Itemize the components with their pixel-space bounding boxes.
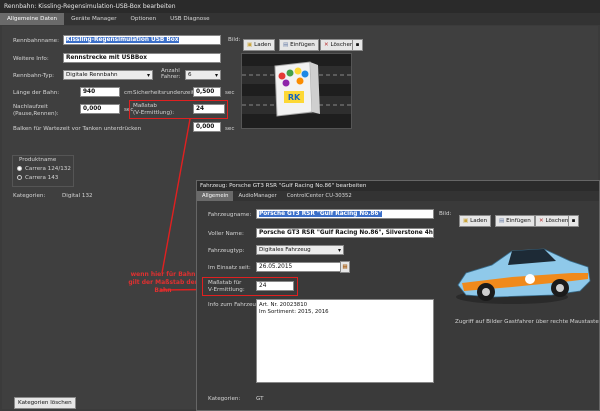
vehicle-image <box>452 233 599 313</box>
vehicle-info-label: Info zum Fahrzeug: <box>208 302 262 308</box>
vehicle-info-textarea[interactable]: Art. Nr. 20023810 Im Sortiment: 2015, 20… <box>256 299 434 383</box>
vehicle-scale-label: Maßstab für V-Ermittlung: <box>208 280 245 293</box>
vehicle-paste-button[interactable]: ▤ Einfügen <box>495 215 535 227</box>
vehicle-delete-button[interactable]: ✕ Löschen <box>535 215 573 227</box>
vehicle-tab-general[interactable]: Allgemein <box>197 191 234 201</box>
calendar-button[interactable]: ▦ <box>340 261 350 273</box>
vehicle-categories-value: GT <box>256 396 264 402</box>
vehicle-tabs: Allgemein AudioManager ControlCenter CU-… <box>197 191 599 201</box>
folder-icon: ▣ <box>463 218 469 224</box>
vehicle-full-name-input[interactable]: Porsche GT3 RSR "Gulf Racing No.86", Sil… <box>256 228 434 238</box>
vehicle-save-icon-button[interactable]: ▪ <box>568 215 579 227</box>
vehicle-type-label: Fahrzeugtyp: <box>208 248 245 254</box>
vehicle-dialog-title: Fahrzeug: Porsche GT3 RSR "Gulf Racing N… <box>197 181 599 191</box>
car-icon <box>456 248 591 304</box>
paste-icon: ▤ <box>499 218 505 224</box>
annotation-text: wenn hier für Bahn gilt der Maßstab der … <box>128 271 198 294</box>
save-icon: ▪ <box>571 218 576 224</box>
vehicle-since-label: Im Einsatz seit: <box>208 265 251 271</box>
vehicle-name-label: Fahrzeugname: <box>208 212 252 218</box>
vehicle-dialog: Fahrzeug: Porsche GT3 RSR "Gulf Racing N… <box>196 180 600 411</box>
delete-icon: ✕ <box>539 218 544 224</box>
calendar-icon: ▦ <box>342 264 348 270</box>
vehicle-scale-input[interactable]: 24 <box>256 281 294 291</box>
vehicle-type-select[interactable]: Digitales Fahrzeug <box>256 245 344 255</box>
vehicle-full-name-label: Voller Name: <box>208 231 244 237</box>
vehicle-since-input[interactable]: 26.05.2015 <box>256 262 344 272</box>
vehicle-name-input[interactable]: Porsche GT3 RSR "Gulf Racing No.86" <box>256 209 434 219</box>
vehicle-tab-controlcenter[interactable]: ControlCenter CU-30352 <box>282 191 357 201</box>
vehicle-load-button[interactable]: ▣ Laden <box>459 215 492 227</box>
vehicle-categories-label: Kategorien: <box>208 396 241 402</box>
vehicle-tab-audio[interactable]: AudioManager <box>233 191 281 201</box>
vehicle-image-hint: Zugriff auf Bilder Gastfahrer über recht… <box>455 319 599 325</box>
vehicle-image-label: Bild: <box>439 211 452 217</box>
